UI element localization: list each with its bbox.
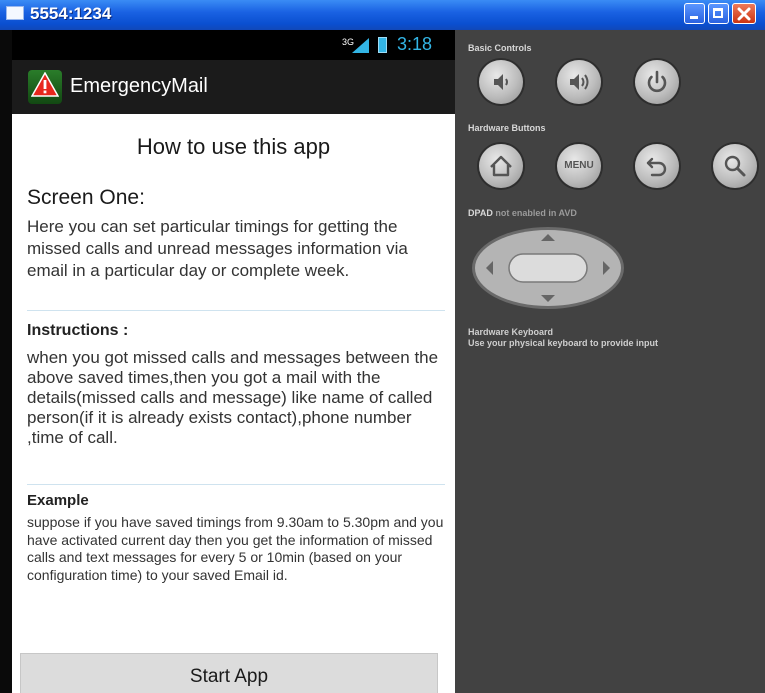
dpad-label: DPAD not enabled in AVD (468, 208, 577, 218)
status-bar: 3G 3:18 (12, 30, 455, 60)
volume-up-icon (570, 74, 589, 90)
hardware-keyboard-info: Hardware Keyboard Use your physical keyb… (468, 327, 658, 349)
battery-icon (378, 37, 387, 53)
minimize-button[interactable] (684, 3, 705, 24)
screen-one-heading: Screen One: (27, 186, 145, 209)
divider (27, 484, 445, 485)
power-icon (647, 70, 667, 93)
window-icon (6, 6, 24, 20)
home-button[interactable] (479, 144, 523, 188)
dpad-center[interactable] (508, 253, 588, 283)
start-app-button[interactable]: Start App (20, 653, 438, 693)
search-icon (724, 155, 746, 177)
basic-controls-label: Basic Controls (468, 43, 532, 53)
action-bar: EmergencyMail (12, 60, 455, 114)
app-icon[interactable] (28, 70, 62, 104)
dpad-label-prefix: DPAD (468, 208, 493, 218)
window-frame-left (0, 30, 12, 693)
dpad-label-status: not enabled in AVD (495, 208, 577, 218)
close-icon (737, 7, 751, 21)
menu-button[interactable]: MENU (557, 144, 601, 188)
signal-icon (352, 38, 369, 53)
divider (27, 310, 445, 311)
dpad-control[interactable] (469, 225, 627, 311)
close-button[interactable] (732, 3, 756, 24)
home-icon (490, 155, 512, 177)
volume-down-icon (494, 74, 508, 90)
phone-screen: 3G 3:18 EmergencyMail How to use this ap… (12, 30, 455, 693)
warning-icon (31, 72, 59, 97)
volume-up-button[interactable] (557, 60, 601, 104)
back-icon (646, 157, 667, 177)
example-text: suppose if you have saved timings from 9… (27, 514, 444, 583)
hardware-keyboard-text: Use your physical keyboard to provide in… (468, 338, 659, 348)
example-heading: Example (27, 492, 89, 509)
screen-one-text: Here you can set particular timings for … (27, 217, 408, 280)
power-button[interactable] (635, 60, 679, 104)
help-content: How to use this app Screen One: Here you… (12, 114, 455, 693)
maximize-button[interactable] (708, 3, 729, 24)
hardware-keyboard-title: Hardware Keyboard (468, 327, 554, 337)
window-title: 5554:1234 (30, 4, 112, 23)
search-button[interactable] (713, 144, 757, 188)
hardware-buttons-label: Hardware Buttons (468, 123, 546, 133)
volume-down-button[interactable] (479, 60, 523, 104)
menu-button-label: MENU (564, 160, 594, 171)
clock: 3:18 (397, 34, 433, 54)
emulator-control-panel: Basic Controls Hardware Buttons MENU DPA… (455, 30, 765, 693)
app-title: EmergencyMail (70, 75, 208, 97)
back-button[interactable] (635, 144, 679, 188)
window-title-bar: 5554:1234 (0, 0, 765, 30)
page-title: How to use this app (136, 134, 331, 159)
instructions-text: when you got missed calls and messages b… (27, 348, 439, 447)
instructions-heading: Instructions : (27, 322, 129, 339)
